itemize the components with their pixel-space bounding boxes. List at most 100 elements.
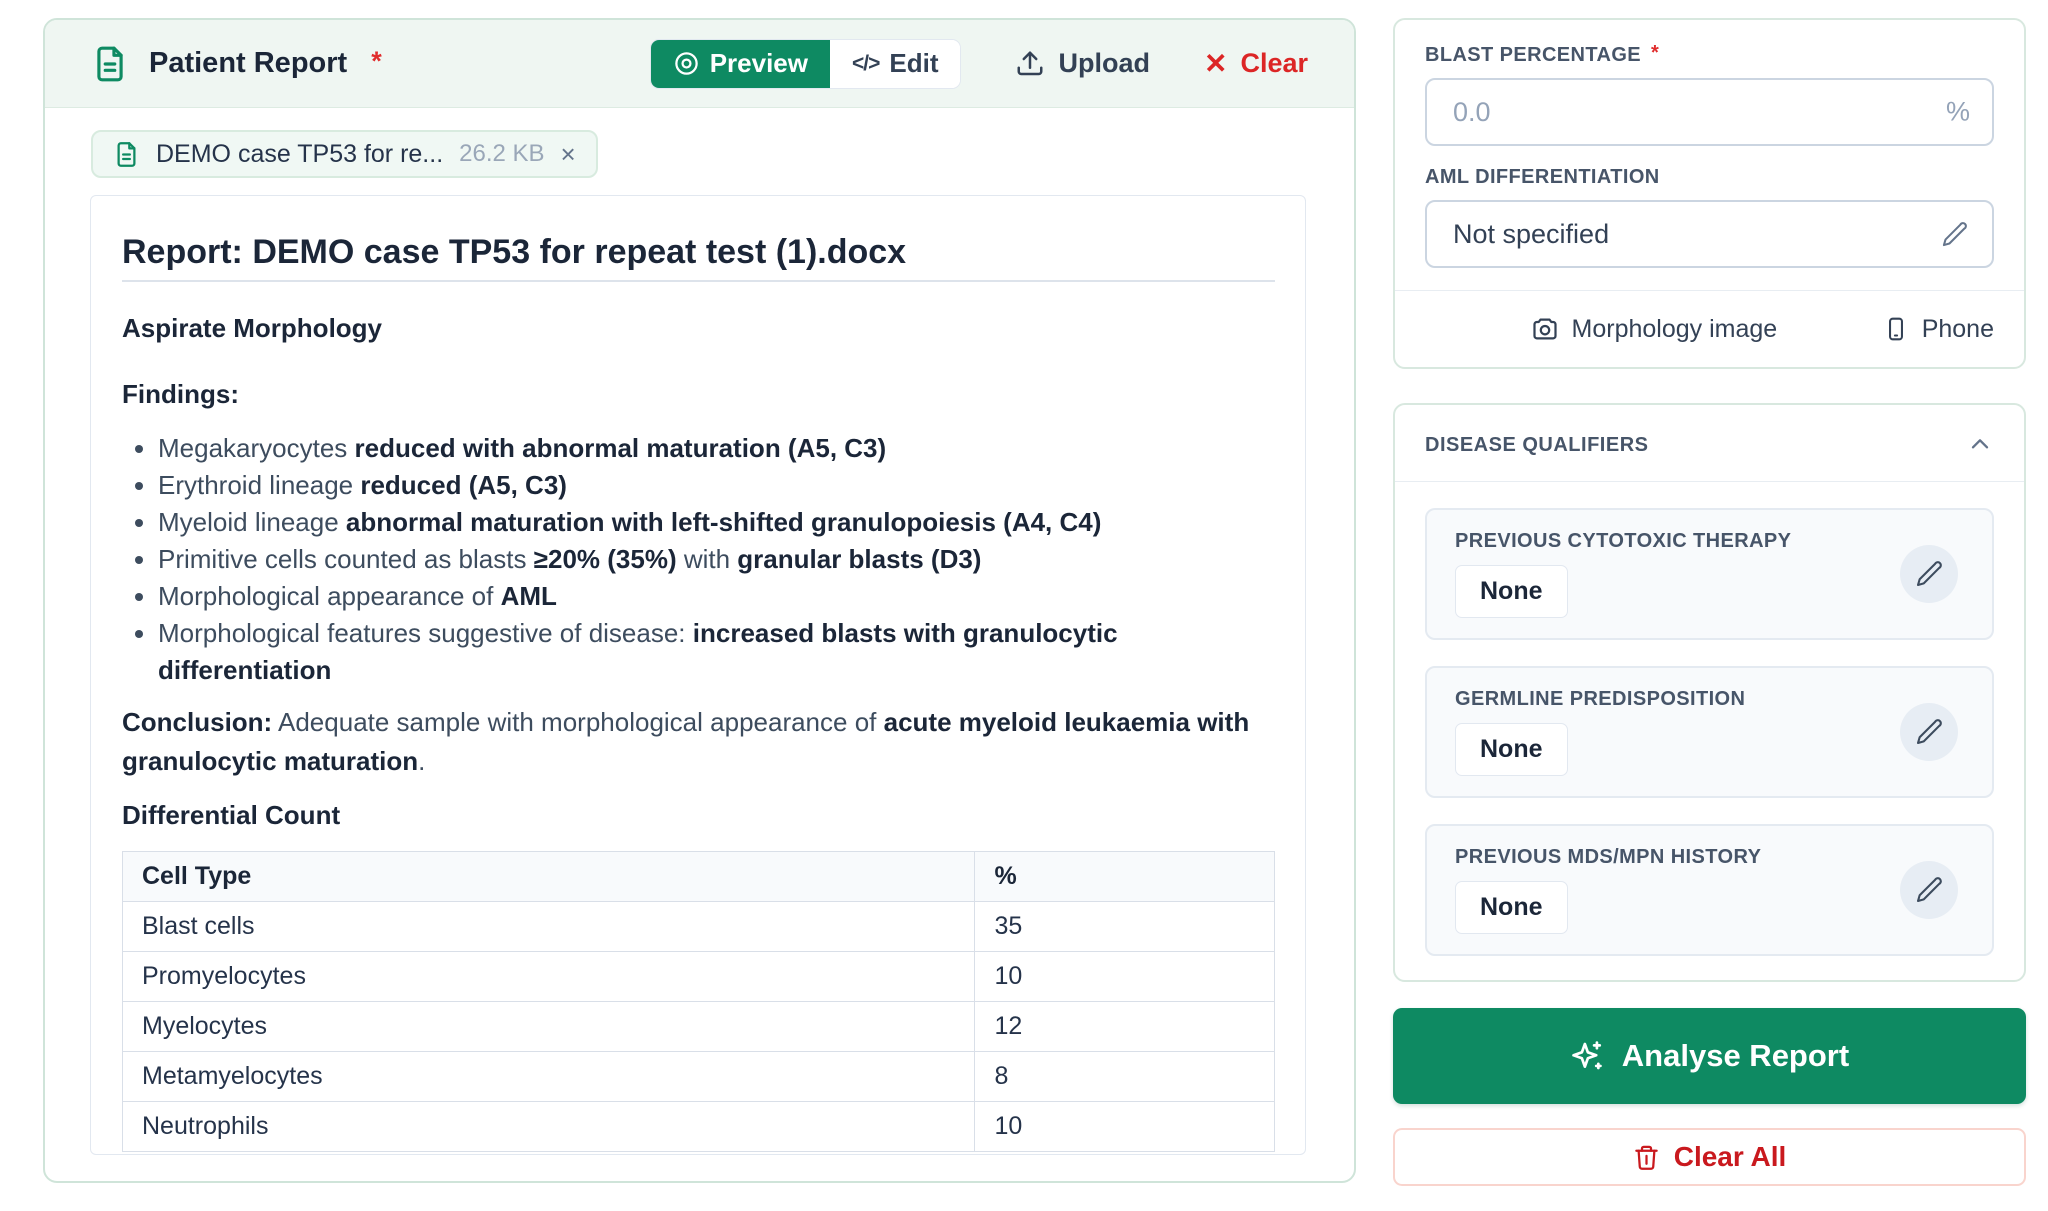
blast-percentage-label: BLAST PERCENTAGE * bbox=[1425, 44, 1994, 66]
finding-item: Erythroid lineage reduced (A5, C3) bbox=[158, 467, 1275, 504]
aml-differentiation-label: AML DIFFERENTIATION bbox=[1425, 166, 1994, 188]
page: Patient Report * Preview </> bbox=[0, 0, 2048, 1211]
table-row: Blast cells35 bbox=[123, 902, 1275, 952]
table-cell: Myelocytes bbox=[123, 1002, 975, 1052]
differential-count-table: Cell Type% Blast cells35Promyelocytes10M… bbox=[122, 851, 1275, 1152]
report-toolbar: Preview </> Edit Upload bbox=[650, 39, 1308, 89]
preview-label: Preview bbox=[710, 48, 808, 79]
preview-edit-toggle: Preview </> Edit bbox=[650, 39, 962, 89]
qualifier-value-chip: None bbox=[1455, 565, 1568, 618]
table-cell: Promyelocytes bbox=[123, 952, 975, 1002]
phone-button[interactable]: Phone bbox=[1883, 315, 1994, 344]
edit-qualifier-button[interactable] bbox=[1900, 703, 1958, 761]
percent-suffix: % bbox=[1946, 97, 1970, 128]
finding-item: Morphological appearance of AML bbox=[158, 578, 1275, 615]
aml-differentiation-field[interactable]: Not specified bbox=[1425, 200, 1994, 268]
finding-item: Primitive cells counted as blasts ≥20% (… bbox=[158, 541, 1275, 578]
code-icon: </> bbox=[852, 52, 879, 76]
table-header-cell: % bbox=[975, 852, 1275, 902]
table-row: Metamyelocytes8 bbox=[123, 1052, 1275, 1102]
disease-qualifiers-title: DISEASE QUALIFIERS bbox=[1425, 434, 1648, 457]
clear-button[interactable]: ✕ Clear bbox=[1204, 48, 1308, 79]
findings-list: Megakaryocytes reduced with abnormal mat… bbox=[122, 430, 1275, 689]
disease-qualifiers-card: DISEASE QUALIFIERS PREVIOUS CYTOTOXIC TH… bbox=[1393, 403, 2026, 982]
edit-qualifier-button[interactable] bbox=[1900, 861, 1958, 919]
upload-button[interactable]: Upload bbox=[1015, 48, 1150, 79]
edit-button[interactable]: </> Edit bbox=[830, 40, 960, 88]
table-cell: 12 bbox=[975, 1002, 1275, 1052]
remove-file-icon[interactable]: × bbox=[561, 141, 576, 167]
patient-report-header: Patient Report * Preview </> bbox=[45, 20, 1354, 108]
blast-percentage-input[interactable] bbox=[1425, 78, 1994, 146]
upload-icon bbox=[1015, 49, 1045, 79]
findings-heading: Findings: bbox=[122, 376, 1275, 412]
morphology-image-label: Morphology image bbox=[1572, 315, 1778, 344]
patient-report-title-wrap: Patient Report * bbox=[91, 45, 382, 83]
patient-report-panel: Patient Report * Preview </> bbox=[43, 18, 1356, 1183]
qualifier-list: PREVIOUS CYTOTOXIC THERAPY None GERMLINE… bbox=[1425, 508, 1994, 956]
pencil-icon bbox=[1915, 718, 1943, 746]
table-cell: Neutrophils bbox=[123, 1102, 975, 1152]
eye-icon bbox=[673, 50, 700, 77]
aspirate-morphology-heading: Aspirate Morphology bbox=[122, 310, 1275, 346]
sparkles-icon bbox=[1570, 1039, 1604, 1073]
attached-file-row: DEMO case TP53 for re... 26.2 KB × bbox=[45, 108, 1354, 178]
table-header-row: Cell Type% bbox=[123, 852, 1275, 902]
conclusion-paragraph: Conclusion: Adequate sample with morphol… bbox=[122, 703, 1275, 781]
x-icon: ✕ bbox=[1204, 50, 1227, 78]
qualifier-item: GERMLINE PREDISPOSITION None bbox=[1425, 666, 1994, 798]
table-cell: Metamyelocytes bbox=[123, 1052, 975, 1102]
table-cell: 35 bbox=[975, 902, 1275, 952]
trash-icon bbox=[1633, 1144, 1660, 1171]
document-preview: Report: DEMO case TP53 for repeat test (… bbox=[90, 195, 1306, 1155]
qualifier-value-chip: None bbox=[1455, 723, 1568, 776]
required-asterisk: * bbox=[1651, 42, 1659, 64]
table-cell: 10 bbox=[975, 1102, 1275, 1152]
file-chip-name: DEMO case TP53 for re... bbox=[156, 140, 443, 169]
pencil-icon bbox=[1915, 876, 1943, 904]
file-chip[interactable]: DEMO case TP53 for re... 26.2 KB × bbox=[91, 130, 598, 178]
inputs-card: BLAST PERCENTAGE * % AML DIFFERENTIATION… bbox=[1393, 18, 2026, 369]
disease-qualifiers-header[interactable]: DISEASE QUALIFIERS bbox=[1425, 431, 1994, 459]
qualifier-value-chip: None bbox=[1455, 881, 1568, 934]
table-row: Neutrophils10 bbox=[123, 1102, 1275, 1152]
qualifier-item: PREVIOUS MDS/MPN HISTORY None bbox=[1425, 824, 1994, 956]
qualifier-label: GERMLINE PREDISPOSITION bbox=[1455, 688, 1964, 711]
finding-item: Morphological features suggestive of dis… bbox=[158, 615, 1275, 689]
table-row: Promyelocytes10 bbox=[123, 952, 1275, 1002]
smartphone-icon bbox=[1883, 316, 1909, 342]
file-text-icon bbox=[91, 45, 129, 83]
inputs-footer: Morphology image Phone bbox=[1425, 291, 1994, 367]
pencil-icon bbox=[1915, 560, 1943, 588]
qualifier-item: PREVIOUS CYTOTOXIC THERAPY None bbox=[1425, 508, 1994, 640]
qualifier-label: PREVIOUS CYTOTOXIC THERAPY bbox=[1455, 530, 1964, 553]
table-cell: 10 bbox=[975, 952, 1275, 1002]
preview-button[interactable]: Preview bbox=[651, 40, 830, 88]
camera-icon bbox=[1531, 315, 1559, 343]
table-cell: Blast cells bbox=[123, 902, 975, 952]
pencil-icon bbox=[1941, 221, 1968, 248]
edit-label: Edit bbox=[889, 48, 938, 79]
chevron-up-icon[interactable] bbox=[1966, 431, 1994, 459]
morphology-image-button[interactable]: Morphology image bbox=[1531, 315, 1778, 344]
page-title: Patient Report bbox=[149, 47, 347, 80]
edit-qualifier-button[interactable] bbox=[1900, 545, 1958, 603]
divider bbox=[1395, 481, 2024, 482]
file-chip-size: 26.2 KB bbox=[459, 140, 544, 168]
analyse-report-button[interactable]: Analyse Report bbox=[1393, 1008, 2026, 1104]
table-cell: 8 bbox=[975, 1052, 1275, 1102]
clear-label: Clear bbox=[1240, 48, 1308, 79]
phone-label: Phone bbox=[1922, 315, 1994, 344]
analysis-side-panel: BLAST PERCENTAGE * % AML DIFFERENTIATION… bbox=[1393, 18, 2026, 1186]
analyse-report-label: Analyse Report bbox=[1622, 1038, 1849, 1074]
finding-item: Megakaryocytes reduced with abnormal mat… bbox=[158, 430, 1275, 467]
aml-differentiation-value: Not specified bbox=[1453, 219, 1609, 250]
file-text-icon bbox=[113, 141, 140, 168]
qualifier-label: PREVIOUS MDS/MPN HISTORY bbox=[1455, 846, 1964, 869]
finding-item: Myeloid lineage abnormal maturation with… bbox=[158, 504, 1275, 541]
differential-count-heading: Differential Count bbox=[122, 797, 1275, 833]
upload-label: Upload bbox=[1058, 48, 1150, 79]
blast-percentage-input-wrap: % bbox=[1425, 78, 1994, 146]
clear-all-button[interactable]: Clear All bbox=[1393, 1128, 2026, 1186]
table-header-cell: Cell Type bbox=[123, 852, 975, 902]
